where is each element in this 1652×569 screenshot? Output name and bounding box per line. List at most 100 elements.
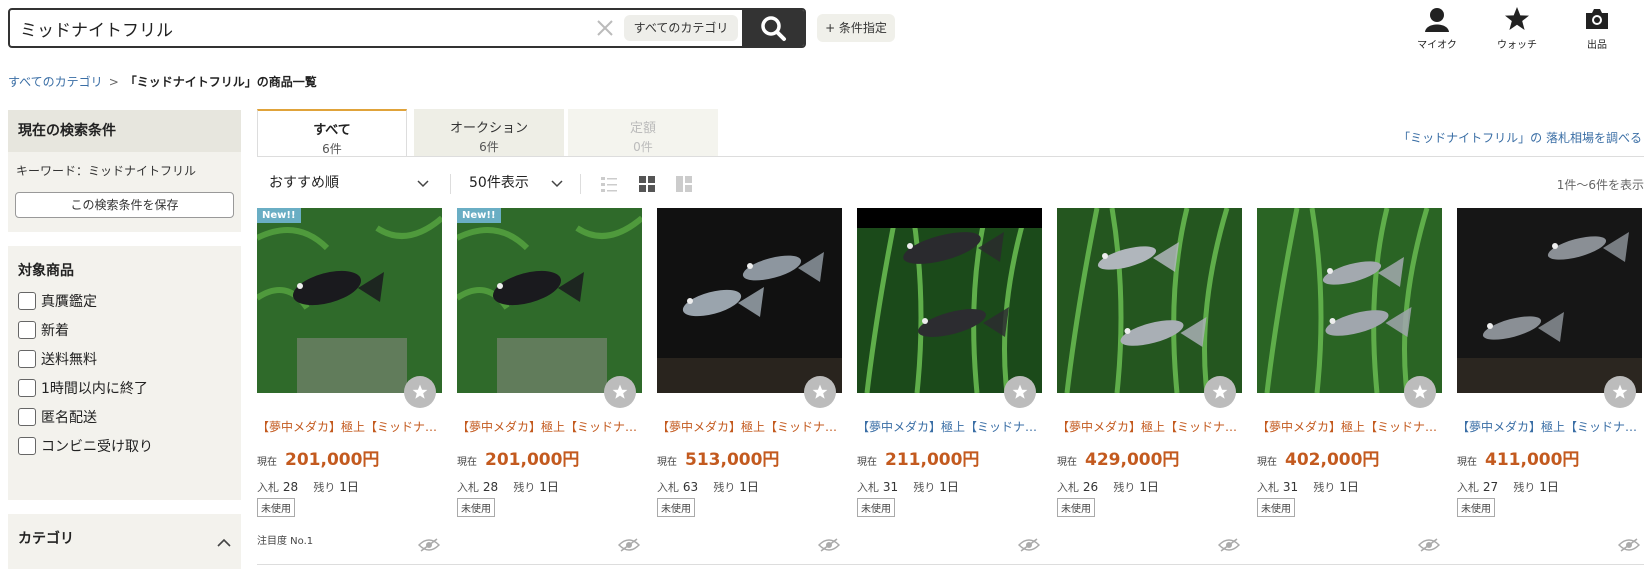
product-title[interactable]: 【夢中メダカ】極上【ミッドナイトフリル】 [1257,418,1442,435]
tab-all[interactable]: すべて 6件 [257,109,407,157]
condition-tag: 未使用 [857,498,895,517]
product-card[interactable]: 【夢中メダカ】極上【ミッドナイトフリル】 現在 411,000円 入札 27 残… [1457,208,1642,569]
product-card[interactable]: 【夢中メダカ】極上【ミッドナイトフリル】 現在 429,000円 入札 26 残… [1057,208,1242,569]
new-badge: New!! [257,208,301,223]
checkbox[interactable] [18,378,36,397]
clear-icon[interactable] [595,18,615,38]
product-price: 211,000円 [885,450,980,470]
checkbox[interactable] [18,291,36,310]
market-price-link[interactable]: 「ミッドナイトフリル」の 落札相場を調べる [1398,129,1642,146]
checkbox[interactable] [18,436,36,455]
star-icon [812,384,828,399]
product-image[interactable]: New!! [457,208,642,393]
star-icon [612,384,628,399]
myauction-link[interactable]: マイオク [1407,6,1467,51]
time-remaining: 1日 [739,480,759,494]
product-image[interactable] [1057,208,1242,393]
product-card[interactable]: 【夢中メダカ】極上【ミッドナイトフリル】 現在 211,000円 入札 31 残… [857,208,1042,569]
new-badge: New!! [457,208,501,223]
tab-auction[interactable]: オークション 6件 [414,109,564,157]
eye-slash-icon[interactable] [818,538,840,552]
header: すべてのカテゴリ + 条件指定 マイオク ウォッチ 出品 [0,0,1652,60]
watch-button[interactable] [1204,376,1236,408]
tile-view-icon[interactable] [675,175,693,193]
divider [257,156,1644,157]
bid-row: 入札 26 残り 1日 [1057,478,1159,495]
sort-bar: おすすめ順 50件表示 1件〜6件を表示 [257,170,1644,200]
watch-button[interactable] [604,376,636,408]
checkbox[interactable] [18,349,36,368]
eye-slash-icon[interactable] [418,538,440,552]
condition-button[interactable]: + 条件指定 [817,14,895,42]
star-icon [1412,384,1428,399]
filter-new[interactable]: 新着 [8,315,241,344]
time-remaining: 1日 [539,480,559,494]
product-card[interactable]: New!! 【夢中メダカ】極上【ミッドナイトフリル】 現在 201,000円 入… [457,208,642,569]
filter-convenience-store[interactable]: コンビニ受け取り [8,431,241,460]
watch-button[interactable] [804,376,836,408]
divider [8,232,241,246]
price-label: 現在 [1057,457,1077,468]
breadcrumb: すべてのカテゴリ > 「ミッドナイトフリル」の商品一覧 [8,73,317,90]
watch-button[interactable] [1404,376,1436,408]
category-select[interactable]: すべてのカテゴリ [624,15,738,41]
eye-slash-icon[interactable] [1018,538,1040,552]
category-title: カテゴリ [18,531,74,547]
filter-anonymous[interactable]: 匿名配送 [8,402,241,431]
watch-button[interactable] [1604,376,1636,408]
bids-label: 入札 [257,481,279,494]
checkbox[interactable] [18,407,36,426]
time-remaining: 1日 [1539,480,1559,494]
checkbox[interactable] [18,320,36,339]
watch-button[interactable] [404,376,436,408]
star-icon [1612,384,1628,399]
eye-slash-icon[interactable] [1418,538,1440,552]
watch-button[interactable] [1004,376,1036,408]
price-label: 現在 [1457,457,1477,468]
list-view-icon[interactable] [600,175,618,193]
remain-label: 残り [1313,481,1336,494]
attention-rank: 注目度 No.1 [257,536,314,547]
remain-label: 残り [713,481,736,494]
product-title[interactable]: 【夢中メダカ】極上【ミッドナイトフリル】 [1457,418,1642,435]
search-input[interactable] [20,10,580,46]
eye-slash-icon[interactable] [618,538,640,552]
product-title[interactable]: 【夢中メダカ】極上【ミッドナイトフリル】 [1057,418,1242,435]
grid-view-icon[interactable] [638,175,656,193]
condition-tag: 未使用 [1257,498,1295,517]
eye-slash-icon[interactable] [1618,538,1640,552]
filter-authenticity[interactable]: 真贋鑑定 [8,286,241,315]
filter-ending-soon[interactable]: 1時間以内に終了 [8,373,241,402]
sort-order-select[interactable]: おすすめ順 [269,172,339,192]
eye-slash-icon[interactable] [1218,538,1240,552]
chevron-up-icon[interactable] [217,538,231,548]
divider [257,564,1644,565]
star-icon [412,384,428,399]
product-image[interactable] [1457,208,1642,393]
sell-link[interactable]: 出品 [1567,6,1627,51]
filter-label: 1時間以内に終了 [41,380,148,397]
breadcrumb-root[interactable]: すべてのカテゴリ [8,75,103,89]
save-search-button[interactable]: この検索条件を保存 [15,192,234,218]
product-image[interactable]: New!! [257,208,442,393]
category-section[interactable]: カテゴリ [8,500,241,569]
filter-label: 送料無料 [41,351,97,368]
bid-row: 入札 27 残り 1日 [1457,478,1559,495]
product-title[interactable]: 【夢中メダカ】極上【ミッドナイトフリル】 [657,418,842,435]
product-image[interactable] [1257,208,1442,393]
filter-free-shipping[interactable]: 送料無料 [8,344,241,373]
product-card[interactable]: New!! 【夢中メダカ】極上【ミッドナイトフリル】 現在 201,000円 入… [257,208,442,569]
product-image[interactable] [857,208,1042,393]
product-title[interactable]: 【夢中メダカ】極上【ミッドナイトフリル】 [257,418,442,435]
product-image[interactable] [657,208,842,393]
product-title[interactable]: 【夢中メダカ】極上【ミッドナイトフリル】 [457,418,642,435]
product-card[interactable]: 【夢中メダカ】極上【ミッドナイトフリル】 現在 513,000円 入札 63 残… [657,208,842,569]
per-page-select[interactable]: 50件表示 [469,172,529,192]
product-card[interactable]: 【夢中メダカ】極上【ミッドナイトフリル】 現在 402,000円 入札 31 残… [1257,208,1442,569]
filter-label: 匿名配送 [41,409,97,426]
bid-count: 27 [1482,480,1499,494]
bid-count: 28 [282,480,299,494]
watchlist-link[interactable]: ウォッチ [1487,6,1547,51]
search-button[interactable] [742,10,804,46]
product-title[interactable]: 【夢中メダカ】極上【ミッドナイトフリル】 [857,418,1042,435]
